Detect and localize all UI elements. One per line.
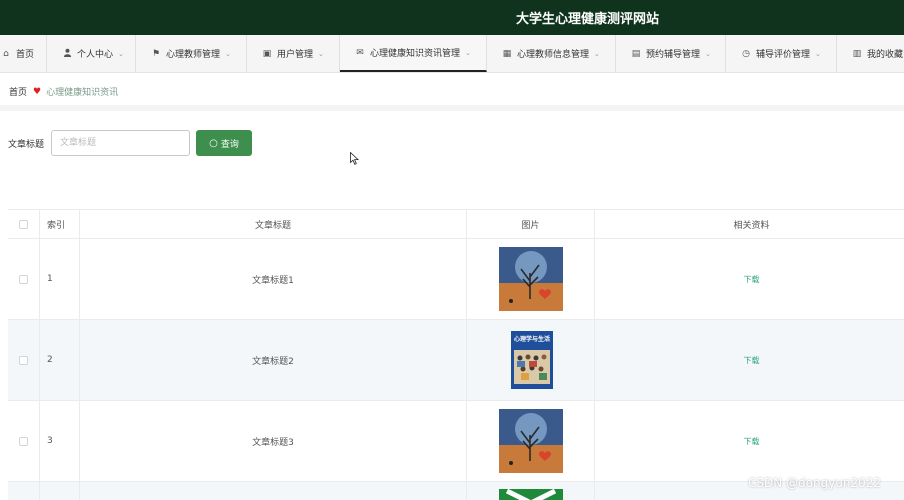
row-select-cell[interactable]	[8, 401, 40, 481]
row-image-cell	[467, 482, 595, 500]
book-cover-image[interactable]: 心理学与生活	[498, 328, 563, 392]
table-header-row: 索引 文章标题 图片 相关资料	[8, 210, 904, 239]
column-header-title: 文章标题	[80, 210, 467, 238]
row-material-cell: 下载	[595, 401, 904, 481]
row-title: 文章标题3	[80, 401, 467, 481]
chevron-down-icon: ⌄	[118, 49, 124, 58]
row-image-cell: 心理学与生活	[467, 320, 595, 400]
column-header-image: 图片	[467, 210, 595, 238]
breadcrumb-home[interactable]: 首页	[9, 85, 27, 98]
nav-item-appointment-management[interactable]: ▤ 预约辅导管理 ⌄	[616, 35, 726, 72]
nav-item-my-favorites[interactable]: ▥ 我的收藏	[837, 35, 904, 72]
download-link[interactable]: 下载	[744, 436, 760, 447]
site-title: 大学生心理健康测评网站	[516, 12, 660, 27]
nav-item-home[interactable]: ⌂ 首页	[0, 35, 47, 72]
row-title	[80, 482, 467, 500]
nav-item-knowledge-management[interactable]: ✉ 心理健康知识资讯管理 ⌄	[340, 35, 487, 72]
partial-thumbnail-image[interactable]	[498, 489, 563, 500]
nav-item-label: 首页	[16, 50, 35, 60]
nav-item-personal-center[interactable]: 个人中心 ⌄	[47, 35, 136, 72]
form-icon: ▣	[262, 48, 272, 59]
row-select-cell[interactable]	[8, 320, 40, 400]
download-link[interactable]: 下载	[744, 355, 760, 366]
chevron-down-icon: ⌄	[465, 48, 471, 57]
row-material-cell: 下载	[595, 239, 904, 319]
chevron-down-icon: ⌄	[318, 49, 324, 58]
row-select-cell[interactable]	[8, 239, 40, 319]
breadcrumb: 首页 ♥ 心理健康知识资讯	[0, 78, 904, 111]
table-row[interactable]: 1 文章标题1 下载	[8, 239, 904, 320]
search-label: 文章标题	[8, 140, 45, 150]
breadcrumb-current: 心理健康知识资讯	[46, 88, 119, 98]
chevron-down-icon: ⌄	[225, 49, 231, 58]
nav-item-label: 预约辅导管理	[646, 50, 701, 60]
briefcase-icon: ▤	[631, 48, 641, 59]
row-image-cell	[467, 401, 595, 481]
heart-icon: ♥	[33, 86, 42, 97]
nav-item-teacher-info-management[interactable]: ▦ 心理教师信息管理 ⌄	[487, 35, 616, 72]
column-header-material: 相关资料	[733, 220, 770, 231]
main-nav: ⌂ 首页 个人中心 ⌄ ⚑ 心理教师管理 ⌄ ▣ 用户管理 ⌄ ✉ 心理健康知识…	[0, 35, 904, 73]
clock-icon: ◷	[742, 48, 750, 59]
file-icon: ▥	[852, 48, 862, 59]
nav-item-label: 用户管理	[277, 50, 314, 60]
row-index	[40, 482, 80, 500]
mouse-cursor-icon	[350, 152, 359, 165]
home-icon: ⌂	[3, 48, 9, 59]
tree-heart-image[interactable]	[498, 409, 563, 473]
search-button[interactable]: ○ 查询	[196, 130, 252, 156]
chevron-down-icon: ⌄	[705, 49, 711, 58]
grid-icon: ▦	[502, 48, 512, 59]
row-checkbox[interactable]	[19, 436, 28, 446]
tree-heart-image[interactable]	[498, 247, 563, 311]
search-button-label: 查询	[220, 139, 239, 150]
nav-item-label: 个人中心	[77, 50, 114, 60]
articles-table: 索引 文章标题 图片 相关资料 1 文章标题1 下载 2 文章标题2 心理学与生…	[8, 209, 904, 500]
user-icon	[61, 48, 73, 60]
nav-item-label: 我的收藏	[867, 50, 904, 60]
row-index: 1	[40, 239, 80, 319]
row-image-cell	[467, 239, 595, 319]
nav-item-label: 心理教师管理	[166, 50, 221, 60]
nav-item-evaluation-management[interactable]: ◷ 辅导评价管理 ⌄	[726, 35, 837, 72]
row-material-cell: 下载	[595, 320, 904, 400]
row-checkbox[interactable]	[19, 355, 28, 365]
download-link[interactable]: 下载	[744, 274, 760, 285]
row-title: 文章标题1	[80, 239, 467, 319]
row-index: 2	[40, 320, 80, 400]
nav-item-label: 辅导评价管理	[756, 50, 811, 60]
column-header-index: 索引	[40, 210, 80, 238]
nav-item-user-management[interactable]: ▣ 用户管理 ⌄	[247, 35, 340, 72]
row-title: 文章标题2	[80, 320, 467, 400]
title-search-input[interactable]	[51, 130, 190, 156]
nav-item-label: 心理教师信息管理	[517, 50, 590, 60]
book-cover-title: 心理学与生活	[513, 335, 549, 343]
flag-icon: ⚑	[151, 48, 161, 59]
row-select-cell[interactable]	[8, 482, 40, 500]
search-icon: ○	[209, 137, 218, 149]
chevron-down-icon: ⌄	[815, 49, 821, 58]
mail-icon: ✉	[356, 47, 364, 58]
table-row[interactable]: 3 文章标题3 下载	[8, 401, 904, 482]
row-checkbox[interactable]	[19, 274, 28, 284]
top-header: 大学生心理健康测评网站	[0, 0, 904, 35]
table-row[interactable]: 2 文章标题2 心理学与生活 下载	[8, 320, 904, 401]
chevron-down-icon: ⌄	[594, 49, 600, 58]
nav-item-label: 心理健康知识资讯管理	[370, 49, 461, 59]
select-all-cell[interactable]	[8, 210, 40, 238]
watermark: CSDN @dongyun2022	[748, 476, 882, 490]
select-all-checkbox[interactable]	[19, 219, 28, 229]
nav-item-teacher-management[interactable]: ⚑ 心理教师管理 ⌄	[136, 35, 247, 72]
row-index: 3	[40, 401, 80, 481]
